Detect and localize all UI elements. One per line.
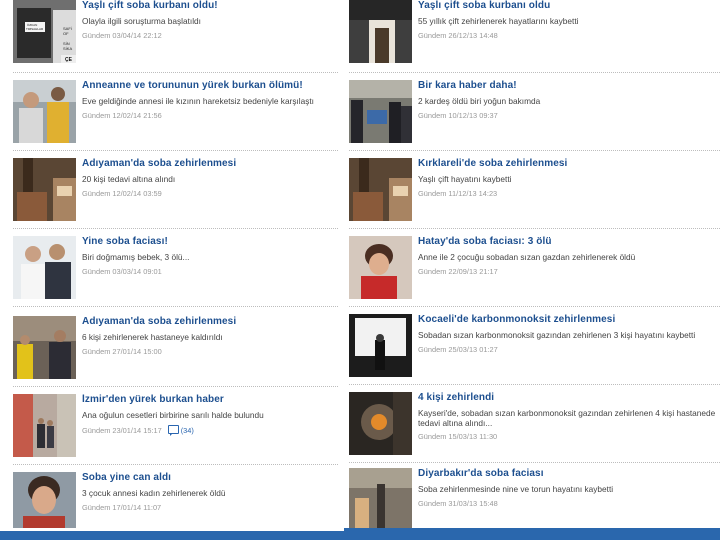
divider <box>349 384 720 385</box>
news-summary: Eve geldiğinde annesi ile kızının hareke… <box>82 96 314 106</box>
news-summary: Kayseri'de, sobadan sızan karbonmonoksit… <box>418 408 716 428</box>
news-date: Gündem 11/12/13 14:23 <box>418 189 498 198</box>
news-thumbnail[interactable]: ÖZKAN TIMSAHLAR SAFİ OF SİN SİKA ÇE <box>13 0 76 63</box>
news-item[interactable]: İzmir'den yürek burkan haber Ana oğulun … <box>13 394 338 464</box>
divider <box>349 150 720 151</box>
divider <box>13 306 338 307</box>
news-date: Gündem 22/09/13 21:17 <box>418 267 498 276</box>
divider <box>13 464 338 465</box>
news-title[interactable]: Diyarbakır'da soba faciası <box>418 468 718 479</box>
news-item[interactable]: Kocaeli'de karbonmonoksit zehirlenmesi S… <box>349 314 720 384</box>
news-summary: Anne ile 2 çocuğu sobadan sızan gazdan z… <box>418 252 636 262</box>
news-title[interactable]: Anneanne ve torununun yürek burkan ölümü… <box>82 80 336 91</box>
news-item[interactable]: Anneanne ve torununun yürek burkan ölümü… <box>13 80 338 150</box>
news-summary: 55 yıllık çift zehirlenerek hayatlarını … <box>418 16 579 26</box>
news-summary: Ana oğulun cesetleri birbirine sarılı ha… <box>82 410 264 420</box>
news-thumbnail[interactable] <box>13 236 76 299</box>
divider <box>349 462 720 463</box>
news-thumbnail[interactable] <box>13 472 76 535</box>
news-summary: Sobadan sızan karbonmonoksit gazından ze… <box>418 330 696 340</box>
news-date: Gündem 12/02/14 03:59 <box>82 189 162 198</box>
news-item[interactable]: Yine soba faciası! Biri doğmamış bebek, … <box>13 236 338 306</box>
news-thumbnail[interactable] <box>13 316 76 379</box>
news-date: Gündem 10/12/13 09:37 <box>418 111 498 120</box>
news-date: Gündem 03/04/14 22:12 <box>82 31 162 40</box>
news-title[interactable]: Adıyaman'da soba zehirlenmesi <box>82 158 336 169</box>
news-date: Gündem 03/03/14 09:01 <box>82 267 162 276</box>
news-thumbnail[interactable] <box>13 158 76 221</box>
thumb-sign-text: TIMSAHLAR <box>26 27 44 31</box>
news-thumbnail[interactable] <box>349 468 412 531</box>
divider <box>13 228 338 229</box>
news-summary: 3 çocuk annesi kadın zehirlenerek öldü <box>82 488 226 498</box>
news-summary: 20 kişi tedavi altına alındı <box>82 174 176 184</box>
news-summary: Yaşlı çift hayatını kaybetti <box>418 174 512 184</box>
news-item[interactable]: Adıyaman'da soba zehirlenmesi 20 kişi te… <box>13 158 338 228</box>
news-thumbnail[interactable] <box>349 314 412 377</box>
news-item[interactable]: 4 kişi zehirlendi Kayseri'de, sobadan sı… <box>349 392 720 462</box>
news-thumbnail[interactable] <box>13 80 76 143</box>
news-summary: Olayla ilgili soruşturma başlatıldı <box>82 16 201 26</box>
bottom-bar <box>0 528 720 540</box>
news-item[interactable]: Kırklareli'de soba zehirlenmesi Yaşlı çi… <box>349 158 720 228</box>
news-title[interactable]: Adıyaman'da soba zehirlenmesi <box>82 316 336 327</box>
news-item[interactable]: Bir kara haber daha! 2 kardeş öldü biri … <box>349 80 720 150</box>
news-date: Gündem 27/01/14 15:00 <box>82 347 162 356</box>
bottom-bar-gap <box>338 528 344 531</box>
news-title[interactable]: Kırklareli'de soba zehirlenmesi <box>418 158 718 169</box>
news-summary: 2 kardeş öldü biri yoğun bakımda <box>418 96 541 106</box>
divider <box>349 306 720 307</box>
news-item[interactable]: ÖZKAN TIMSAHLAR SAFİ OF SİN SİKA ÇE Yaşl… <box>13 0 338 70</box>
news-date: Gündem 12/02/14 21:56 <box>82 111 162 120</box>
thumb-sign-text: OF <box>63 31 69 36</box>
news-item[interactable]: Hatay'da soba faciası: 3 ölü Anne ile 2 … <box>349 236 720 306</box>
news-title[interactable]: Bir kara haber daha! <box>418 80 718 91</box>
divider <box>349 228 720 229</box>
news-date: Gündem 15/03/13 11:30 <box>418 432 498 441</box>
news-item[interactable]: Adıyaman'da soba zehirlenmesi 6 kişi zeh… <box>13 316 338 386</box>
news-thumbnail[interactable] <box>349 158 412 221</box>
news-thumbnail[interactable] <box>349 392 412 455</box>
news-date: Gündem 26/12/13 14:48 <box>418 31 498 40</box>
news-summary: Biri doğmamış bebek, 3 ölü... <box>82 252 190 262</box>
news-thumbnail[interactable] <box>349 80 412 143</box>
news-title[interactable]: Soba yine can aldı <box>82 472 336 483</box>
news-title[interactable]: Kocaeli'de karbonmonoksit zehirlenmesi <box>418 314 718 325</box>
news-title[interactable]: Yaşlı çift soba kurbanı oldu! <box>82 0 336 11</box>
divider <box>13 150 338 151</box>
news-summary: Soba zehirlenmesinde nine ve torun hayat… <box>418 484 614 494</box>
news-thumbnail[interactable] <box>349 0 412 63</box>
divider <box>13 72 338 73</box>
news-date: Gündem 31/03/13 15:48 <box>418 499 498 508</box>
news-title[interactable]: Hatay'da soba faciası: 3 ölü <box>418 236 718 247</box>
comment-count[interactable]: (34) <box>181 426 194 435</box>
news-date: Gündem 25/03/13 01:27 <box>418 345 498 354</box>
news-title[interactable]: İzmir'den yürek burkan haber <box>82 394 336 405</box>
comment-icon[interactable] <box>167 425 179 436</box>
bottom-bar-left <box>0 531 345 540</box>
news-date-text: Gündem 23/01/14 15:17 <box>82 426 162 435</box>
divider <box>349 72 720 73</box>
news-date: Gündem 23/01/14 15:17 (34) <box>82 425 194 436</box>
news-thumbnail[interactable] <box>349 236 412 299</box>
bottom-bar-right <box>343 528 720 540</box>
thumb-sign-text: ÇE <box>65 57 73 63</box>
news-title[interactable]: Yaşlı çift soba kurbanı oldu <box>418 0 718 11</box>
thumb-sign-text: SİKA <box>63 46 72 51</box>
news-title[interactable]: 4 kişi zehirlendi <box>418 392 718 403</box>
news-date: Gündem 17/01/14 11:07 <box>82 503 162 512</box>
news-thumbnail[interactable] <box>13 394 76 457</box>
news-title[interactable]: Yine soba faciası! <box>82 236 336 247</box>
news-item[interactable]: Yaşlı çift soba kurbanı oldu 55 yıllık ç… <box>349 0 720 70</box>
divider <box>13 386 338 387</box>
news-summary: 6 kişi zehirlenerek hastaneye kaldırıldı <box>82 332 223 342</box>
